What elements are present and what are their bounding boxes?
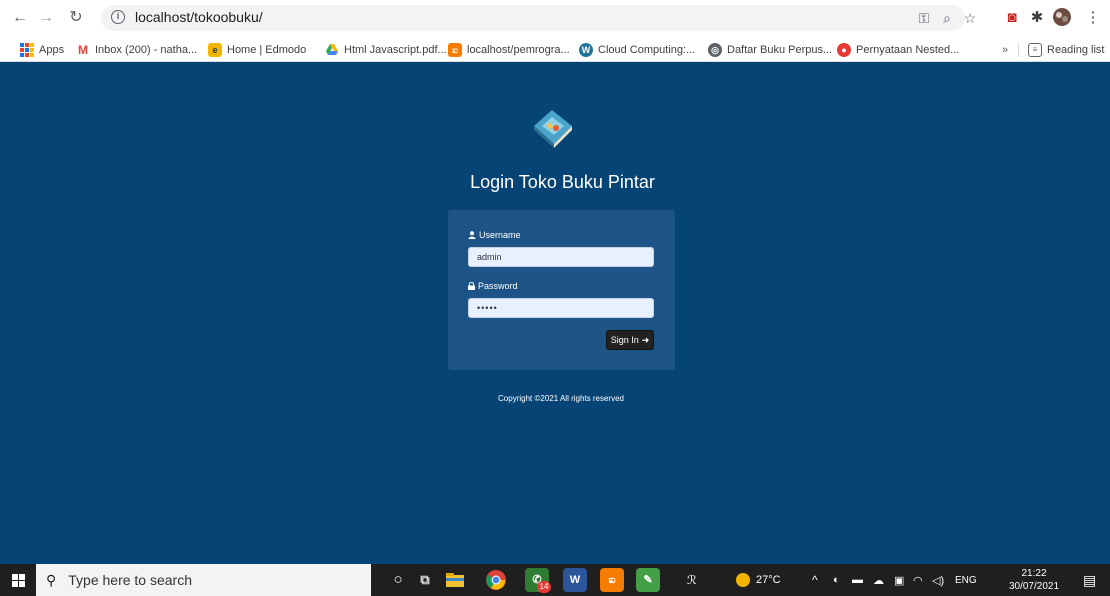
bookmark-daftar-buku[interactable]: ◎ Daftar Buku Perpus... (708, 41, 832, 59)
onedrive-icon[interactable]: ☁ (873, 564, 884, 596)
xampp-taskbar-icon[interactable]: ಐ (600, 568, 624, 592)
apps-grid-icon (20, 43, 34, 57)
password-label: Password (468, 281, 518, 291)
user-icon (468, 231, 476, 239)
bookmark-pernyataan-nested[interactable]: ● Pernyataan Nested... (837, 41, 959, 59)
bookmark-edmodo[interactable]: e Home | Edmodo (208, 41, 306, 59)
bookmark-localhost[interactable]: ಐ localhost/pemrogra... (448, 41, 570, 59)
globe-icon: ◎ (708, 43, 722, 57)
bookmark-html-javascript[interactable]: Html Javascript.pdf... (325, 41, 447, 59)
google-drive-icon (325, 43, 339, 57)
username-label: Username (468, 230, 521, 240)
weather-sun-icon (736, 573, 750, 587)
gmail-icon: M (76, 43, 90, 57)
volume-icon[interactable]: ◁) (932, 564, 944, 596)
site-favicon-icon: ● (837, 43, 851, 57)
address-bar[interactable]: i localhost/tokoobuku/ ⚿ ⌕ ☆ (101, 5, 976, 31)
edmodo-icon: e (208, 43, 222, 57)
cortana-icon[interactable]: ○ (386, 568, 410, 592)
copyright-text: Copyright ©2021 All rights reserved (498, 394, 624, 403)
wordpress-icon: W (579, 43, 593, 57)
username-input[interactable] (468, 247, 654, 267)
bookmarks-bar: Apps M Inbox (200) - natha... e Home | E… (0, 38, 1110, 62)
zoom-icon[interactable]: ⌕ (937, 8, 957, 28)
search-icon: ⚲ (46, 571, 57, 588)
bookmarks-divider (1018, 43, 1019, 57)
reload-icon[interactable]: ↻ (64, 6, 88, 30)
clock-time: 21:22 (1021, 568, 1047, 579)
language-indicator[interactable]: ENG (955, 564, 977, 596)
bookmark-gmail[interactable]: M Inbox (200) - natha... (76, 41, 197, 59)
url-text: localhost/tokoobuku/ (135, 9, 263, 25)
password-input[interactable] (468, 298, 654, 318)
lock-icon (468, 282, 475, 290)
bookmark-cloud-computing[interactable]: W Cloud Computing:... (579, 41, 695, 59)
file-explorer-icon[interactable] (443, 568, 467, 592)
show-hidden-icons-chevron[interactable]: ^ (812, 564, 818, 596)
task-view-icon[interactable]: ⧉ (413, 568, 437, 592)
chrome-icon[interactable] (484, 568, 508, 592)
reading-list-icon: ≡ (1028, 43, 1042, 57)
login-page: Login Toko Buku Pintar Username Password… (0, 62, 1110, 564)
extensions-puzzle-icon[interactable]: ✱ (1026, 7, 1048, 29)
tray-app-icon[interactable]: ▣ (894, 564, 904, 596)
site-info-icon[interactable]: i (111, 10, 125, 24)
bookmark-apps[interactable]: Apps (20, 41, 64, 59)
page-title: Login Toko Buku Pintar (470, 172, 655, 192)
weather-widget[interactable]: 27°C (736, 564, 781, 596)
battery-icon[interactable]: ▬ (852, 564, 863, 596)
people-icon[interactable]: ℛ (687, 564, 697, 596)
sign-in-button[interactable]: Sign In ➜ (606, 330, 654, 350)
security-icon[interactable]: ◐ (833, 564, 840, 596)
book-logo-icon (530, 104, 576, 150)
login-form: Username Password Sign In ➜ (448, 210, 675, 370)
notepad-icon[interactable]: ✎ (636, 568, 660, 592)
notification-badge: 14 (537, 581, 551, 593)
browser-toolbar: ← → ↻ i localhost/tokoobuku/ ⚿ ⌕ ☆ ◙ ✱ ⋮ (0, 0, 1110, 38)
taskbar-clock[interactable]: 21:22 30/07/2021 (1006, 567, 1062, 593)
word-icon[interactable]: W (563, 568, 587, 592)
windows-taskbar: ⚲ Type here to search ○ ⧉ ✆ 14 W ಐ ✎ ℛ 2… (0, 564, 1110, 596)
key-icon[interactable]: ⚿ (914, 8, 934, 28)
more-bookmarks-chevron[interactable]: » (1002, 41, 1008, 59)
forward-arrow-icon[interactable]: → (34, 6, 58, 30)
wifi-icon[interactable]: ◠ (913, 564, 923, 596)
reading-list[interactable]: ≡ Reading list (1028, 41, 1104, 59)
windows-logo-icon (11, 573, 25, 587)
pocket-extension-icon[interactable]: ◙ (1001, 7, 1023, 29)
clock-date: 30/07/2021 (1008, 581, 1060, 592)
back-arrow-icon[interactable]: ← (8, 6, 32, 30)
xampp-icon: ಐ (448, 43, 462, 57)
start-button[interactable] (0, 564, 36, 596)
notifications-icon[interactable]: ▤ (1083, 564, 1096, 596)
avatar[interactable] (1051, 7, 1073, 29)
sign-in-arrow-icon: ➜ (641, 334, 650, 345)
star-icon[interactable]: ☆ (960, 8, 980, 28)
taskbar-search[interactable]: ⚲ Type here to search (36, 564, 371, 596)
menu-kebab-icon[interactable]: ⋮ (1082, 7, 1104, 29)
